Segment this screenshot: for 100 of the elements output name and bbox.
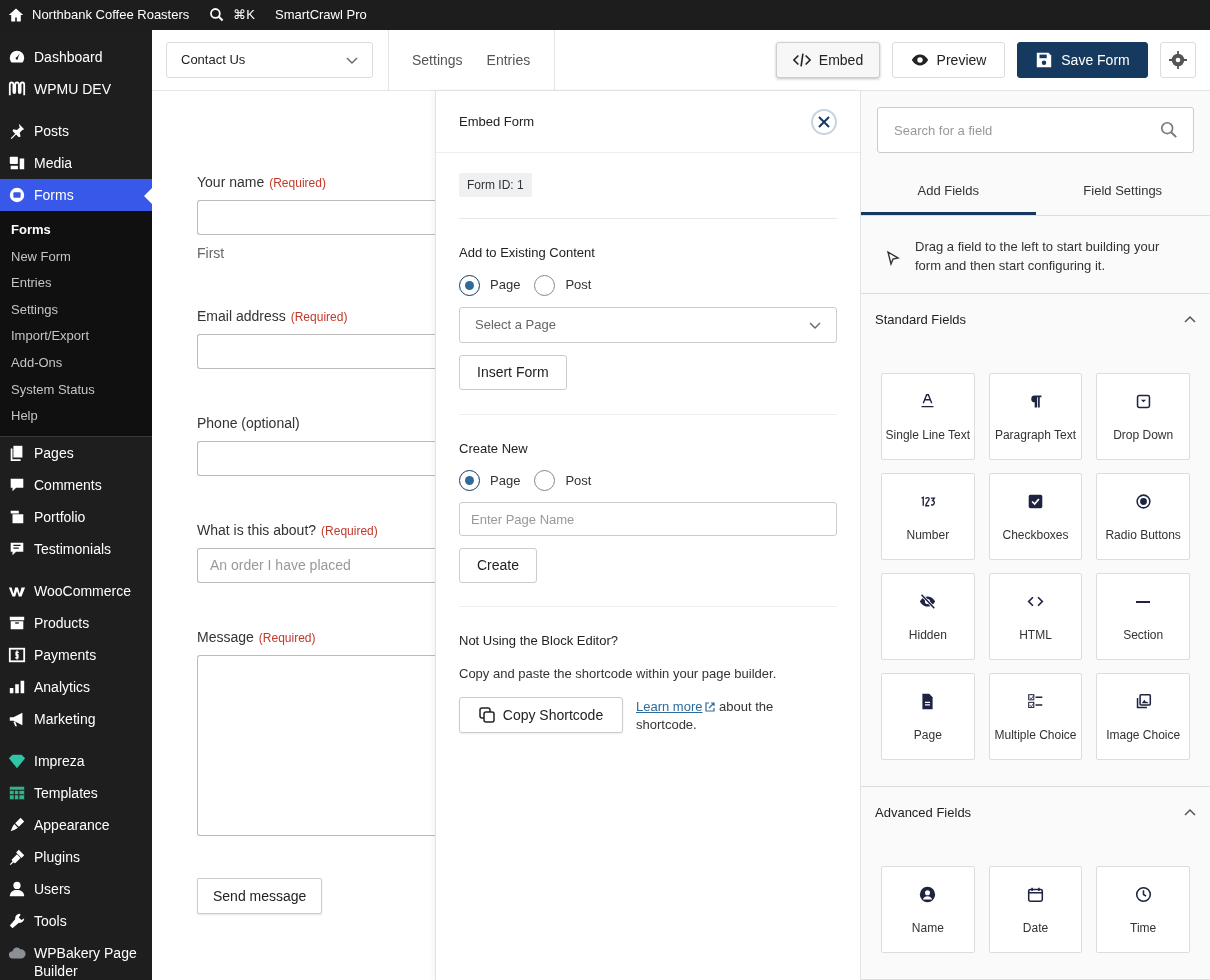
menu-item[interactable]: WooCommerce [0, 574, 152, 607]
person-circle-icon [919, 886, 937, 903]
insert-form-button[interactable]: Insert Form [459, 354, 567, 390]
section-heading: Create New [459, 439, 529, 458]
menu-item[interactable]: Dashboard [0, 41, 152, 73]
input-field[interactable] [197, 441, 435, 476]
embed-button[interactable]: Embed [776, 42, 880, 78]
shortcut-label: ⌘K [233, 6, 255, 25]
field-tile[interactable]: Radio Buttons [1096, 473, 1190, 560]
eye-slash-icon [919, 593, 937, 610]
tab[interactable]: Field Settings [1035, 169, 1210, 215]
submenu-item[interactable]: New Form [0, 243, 152, 271]
field-label: Your name [197, 173, 265, 192]
panel-title: Embed Form [459, 112, 535, 131]
header-link[interactable]: Entries [486, 49, 531, 71]
create-button[interactable]: Create [459, 548, 538, 583]
form-select[interactable]: Contact Us [166, 42, 373, 78]
site-name-link[interactable]: Northbank Coffee Roasters [32, 5, 190, 25]
menu-item[interactable]: Marketing [0, 702, 152, 735]
field-tile[interactable]: Paragraph Text [988, 373, 1083, 460]
field-tile[interactable]: Name [881, 866, 975, 953]
submenu-item[interactable]: Forms [0, 217, 152, 244]
cursor-icon [885, 251, 901, 267]
save-button[interactable]: Save Form [1017, 42, 1148, 78]
field-tile[interactable]: Multiple Choice [988, 673, 1083, 760]
submenu-item[interactable]: Add-Ons [0, 349, 152, 377]
close-icon [818, 115, 830, 128]
menu-item[interactable]: Products [0, 606, 152, 639]
menu-item[interactable]: Plugins [0, 840, 152, 873]
menu-item[interactable]: Testimonials [0, 532, 152, 565]
field-tile[interactable]: Hidden [881, 573, 975, 660]
menu-item[interactable]: Appearance [0, 808, 152, 841]
close-button[interactable] [811, 108, 837, 135]
menu-item[interactable]: WPMU DEV [0, 73, 152, 105]
field-tile[interactable]: Single Line Text [881, 373, 975, 460]
radio-icon [1134, 493, 1152, 510]
search-field[interactable]: Search for a field [877, 107, 1194, 153]
learn-more-link[interactable]: Learn more [636, 698, 716, 716]
settings-button[interactable] [1160, 42, 1196, 78]
submenu-item[interactable]: Help [0, 403, 152, 430]
checklist-icon [1027, 693, 1044, 710]
required-label: (Required) [269, 175, 326, 192]
menu-item[interactable]: Impreza [0, 744, 152, 777]
wave-icon [8, 80, 26, 98]
field-tile[interactable]: Date [988, 866, 1083, 953]
header-link[interactable]: Settings [412, 49, 463, 71]
search-icon[interactable] [209, 7, 226, 23]
search-icon [1160, 121, 1178, 139]
pin-icon [8, 122, 26, 140]
field-tile[interactable]: Checkboxes [988, 473, 1083, 560]
send-message-button[interactable]: Send message [197, 878, 323, 914]
code-icon [792, 51, 811, 69]
section-header[interactable]: Standard Fields [861, 294, 1210, 346]
required-label: (Required) [258, 630, 316, 647]
menu-item[interactable]: WPBakery Page Builder [0, 936, 152, 980]
menu-item[interactable]: Tools [0, 904, 152, 937]
menu-item[interactable]: Comments [0, 468, 152, 501]
checkbox-icon [1027, 493, 1044, 510]
textarea-field[interactable] [197, 655, 435, 836]
radio-label: Post [565, 276, 592, 295]
menu-item[interactable]: Analytics [0, 670, 152, 703]
input-field[interactable] [197, 334, 435, 369]
copy-shortcode-button[interactable]: Copy Shortcode [459, 697, 623, 733]
menu-item[interactable]: Pages [0, 436, 152, 469]
field-tile[interactable]: Time [1096, 866, 1190, 953]
submenu-item[interactable]: Entries [0, 270, 152, 297]
menu-item[interactable]: Portfolio [0, 500, 152, 533]
submenu-item[interactable]: System Status [0, 376, 152, 404]
home-icon[interactable] [8, 7, 24, 23]
radio-label: Post [565, 471, 592, 490]
field-tile[interactable]: Section [1096, 573, 1190, 660]
section-title: Standard Fields [875, 311, 967, 330]
copy-icon [478, 707, 495, 723]
section-header[interactable]: Advanced Fields [861, 787, 1210, 839]
menu-item[interactable]: Payments [0, 638, 152, 671]
field-tile[interactable]: Page [881, 673, 975, 760]
field-tile[interactable]: Number [881, 473, 975, 560]
plugin-link[interactable]: SmartCrawl Pro [274, 5, 367, 25]
field-tile[interactable]: Drop Down [1096, 373, 1190, 460]
tab[interactable]: Add Fields [861, 169, 1036, 215]
menu-item[interactable]: Media [0, 147, 152, 179]
required-label: (Required) [321, 523, 378, 540]
brush-icon [8, 815, 26, 834]
input-field[interactable] [197, 200, 435, 235]
menu-item[interactable]: Templates [0, 776, 152, 809]
field-label: Message [197, 628, 254, 647]
submenu-item[interactable]: Import/Export [0, 323, 152, 350]
field-label: Phone (optional) [197, 414, 300, 433]
preview-button[interactable]: Preview [892, 42, 1005, 78]
field-tile[interactable]: HTML [988, 573, 1083, 660]
page-select[interactable]: Select a Page [459, 306, 837, 343]
settings-icon [1169, 51, 1187, 69]
page-name-field[interactable]: Enter Page Name [459, 502, 837, 536]
menu-item[interactable]: Posts [0, 115, 152, 147]
calendar-icon [1027, 886, 1044, 903]
media-icon [8, 154, 26, 172]
menu-item[interactable]: Users [0, 872, 152, 905]
submenu-item[interactable]: Settings [0, 296, 152, 324]
field-tile[interactable]: Image Choice [1096, 673, 1190, 760]
menu-item[interactable]: Forms [0, 179, 152, 211]
